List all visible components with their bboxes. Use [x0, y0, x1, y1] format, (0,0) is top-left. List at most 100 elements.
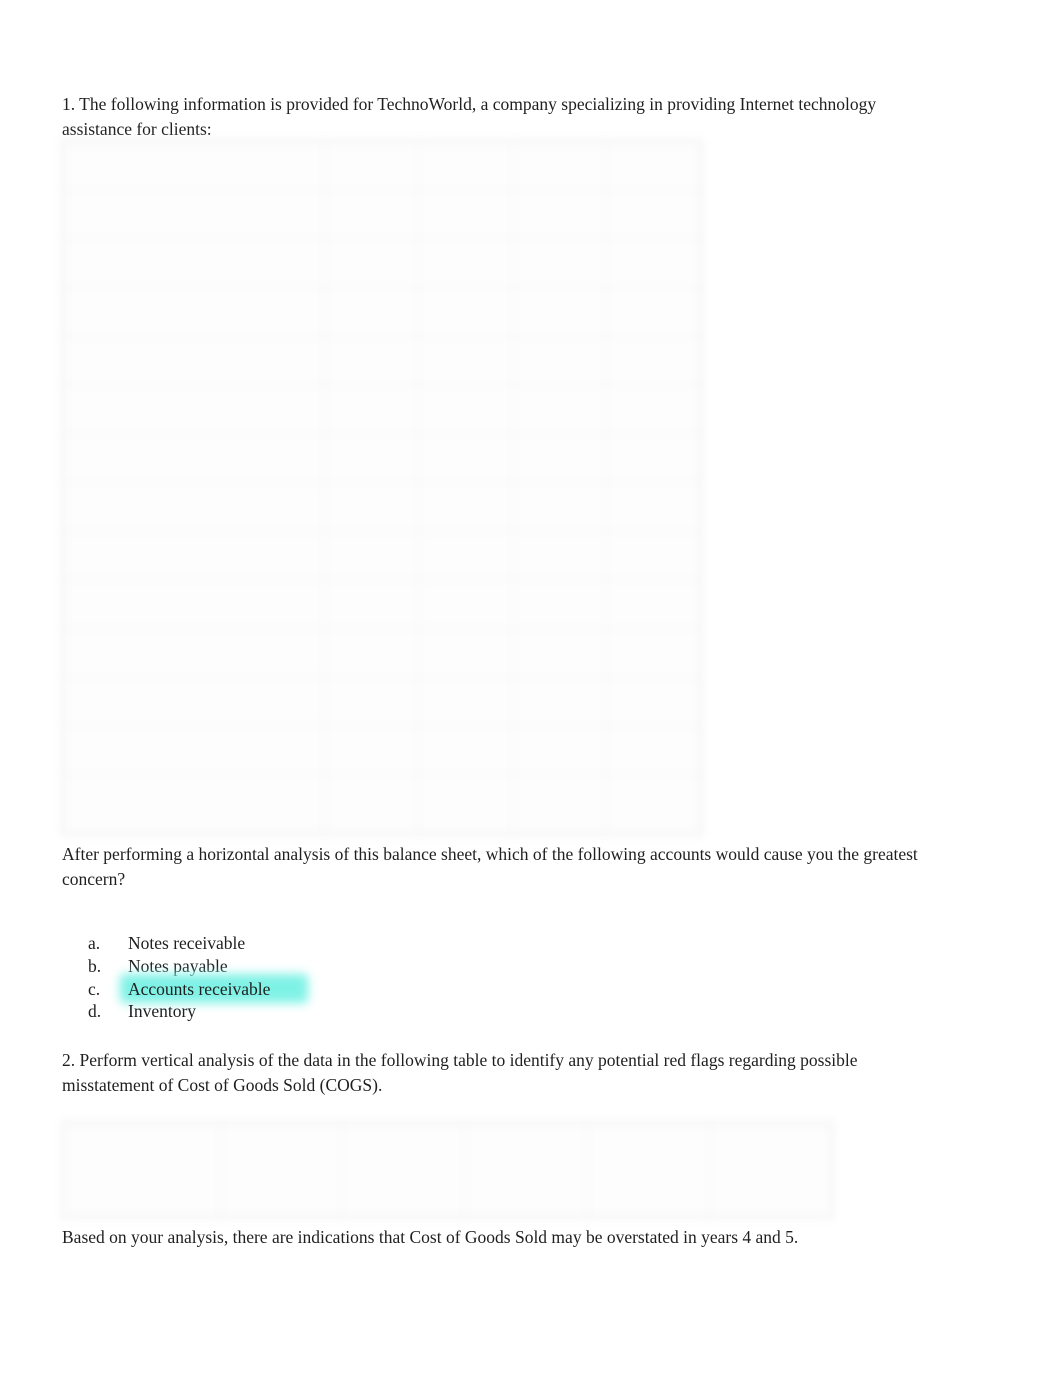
cell-year-4 [606, 579, 701, 629]
cell-year-1 [324, 433, 419, 483]
table-row [63, 238, 701, 289]
cell-year-4 [606, 773, 701, 835]
table-row [63, 725, 701, 775]
cell-year-2 [418, 676, 513, 727]
row-label [63, 725, 325, 775]
option-a-label: Notes receivable [128, 933, 246, 953]
table-row [63, 433, 701, 483]
option-c-label: Accounts receivable [128, 978, 271, 999]
cell-year-3 [512, 530, 607, 581]
cell-year-4 [606, 530, 701, 581]
row-label [63, 773, 325, 835]
row-label [63, 530, 325, 581]
row-label [63, 384, 325, 435]
cell-year-2 [418, 141, 513, 191]
cell-year-3 [512, 676, 607, 727]
table-row [63, 627, 701, 678]
option-a[interactable]: a. Notes receivable [88, 932, 508, 955]
row-label [63, 287, 325, 337]
cell-year-2 [418, 725, 513, 775]
cell-year-1 [324, 579, 419, 629]
cell-year-1 [324, 384, 419, 435]
row-label [63, 1123, 221, 1217]
row-label [63, 579, 325, 629]
table-row [63, 676, 701, 727]
cell-year-3 [512, 384, 607, 435]
balance-sheet-table [62, 140, 702, 835]
row-label [63, 433, 325, 483]
cell-year-4 [606, 238, 701, 289]
cell-year-3 [512, 189, 607, 240]
question-2-intro-text: 2. Perform vertical analysis of the data… [62, 1050, 858, 1095]
cell-year-3 [512, 238, 607, 289]
table-row [63, 481, 701, 532]
cell-year-3 [512, 773, 607, 835]
cell-year-3 [512, 287, 607, 337]
cell-year-2 [418, 384, 513, 435]
cell-year-1 [324, 725, 419, 775]
cell-year-2 [418, 287, 513, 337]
option-a-letter: a. [88, 933, 101, 953]
cell-year-2 [418, 433, 513, 483]
cell-year-2 [418, 530, 513, 581]
cell-year-4 [606, 725, 701, 775]
cell-year-2 [418, 238, 513, 289]
row-label [63, 238, 325, 289]
row-label [63, 141, 325, 191]
cogs-body [63, 1123, 833, 1217]
cell-year-3 [512, 725, 607, 775]
cell-year-4 [606, 287, 701, 337]
option-d[interactable]: d. Inventory [88, 1000, 508, 1023]
table-row [63, 773, 701, 835]
cell-year-1 [324, 481, 419, 532]
cell-year-4 [606, 676, 701, 727]
cell-year-2 [418, 579, 513, 629]
cell-year-4 [606, 335, 701, 386]
row-label [63, 189, 325, 240]
option-d-label: Inventory [128, 1001, 197, 1022]
cell-year-3 [512, 481, 607, 532]
option-c[interactable]: c. Accounts receivable [88, 978, 508, 1001]
cell-year-3 [512, 433, 607, 483]
document-page: 1. The following information is provided… [0, 0, 1062, 1377]
cell-year-3 [512, 141, 607, 191]
cell-year-1 [324, 335, 419, 386]
cogs-grid [63, 1123, 833, 1217]
balance-sheet-body [63, 141, 701, 835]
cell-year-2 [342, 1123, 466, 1217]
question-1-intro-text: 1. The following information is provided… [62, 94, 877, 139]
cell-year-1 [324, 627, 419, 678]
table-row [63, 335, 701, 386]
cell-year-4 [606, 384, 701, 435]
table-row [63, 530, 701, 581]
cell-year-4 [606, 481, 701, 532]
question-1-prompt-text: After performing a horizontal analysis o… [62, 844, 918, 889]
cell-year-2 [418, 773, 513, 835]
cell-year-1 [324, 676, 419, 727]
question-2-conclusion-text: Based on your analysis, there are indica… [62, 1227, 799, 1247]
cell-year-3 [512, 335, 607, 386]
cell-year-3 [464, 1123, 588, 1217]
cell-year-1 [324, 530, 419, 581]
cell-year-4 [606, 627, 701, 678]
option-d-letter: d. [88, 1001, 102, 1022]
cell-year-4 [606, 433, 701, 483]
table-row [63, 189, 701, 240]
cell-year-1 [324, 189, 419, 240]
cell-year-2 [418, 481, 513, 532]
cell-year-1 [324, 287, 419, 337]
row-label [63, 481, 325, 532]
table-row [63, 384, 701, 435]
cell-year-3 [512, 627, 607, 678]
cell-year-1 [219, 1123, 344, 1217]
cell-year-1 [324, 773, 419, 835]
cell-year-5 [708, 1123, 833, 1217]
cogs-table [62, 1122, 833, 1218]
cell-year-1 [324, 141, 419, 191]
table-row [63, 287, 701, 337]
cell-year-2 [418, 189, 513, 240]
cell-year-3 [512, 579, 607, 629]
cell-year-1 [324, 238, 419, 289]
row-label [63, 627, 325, 678]
answer-options-list: a. Notes receivable b. Notes payable c. … [88, 932, 508, 1023]
